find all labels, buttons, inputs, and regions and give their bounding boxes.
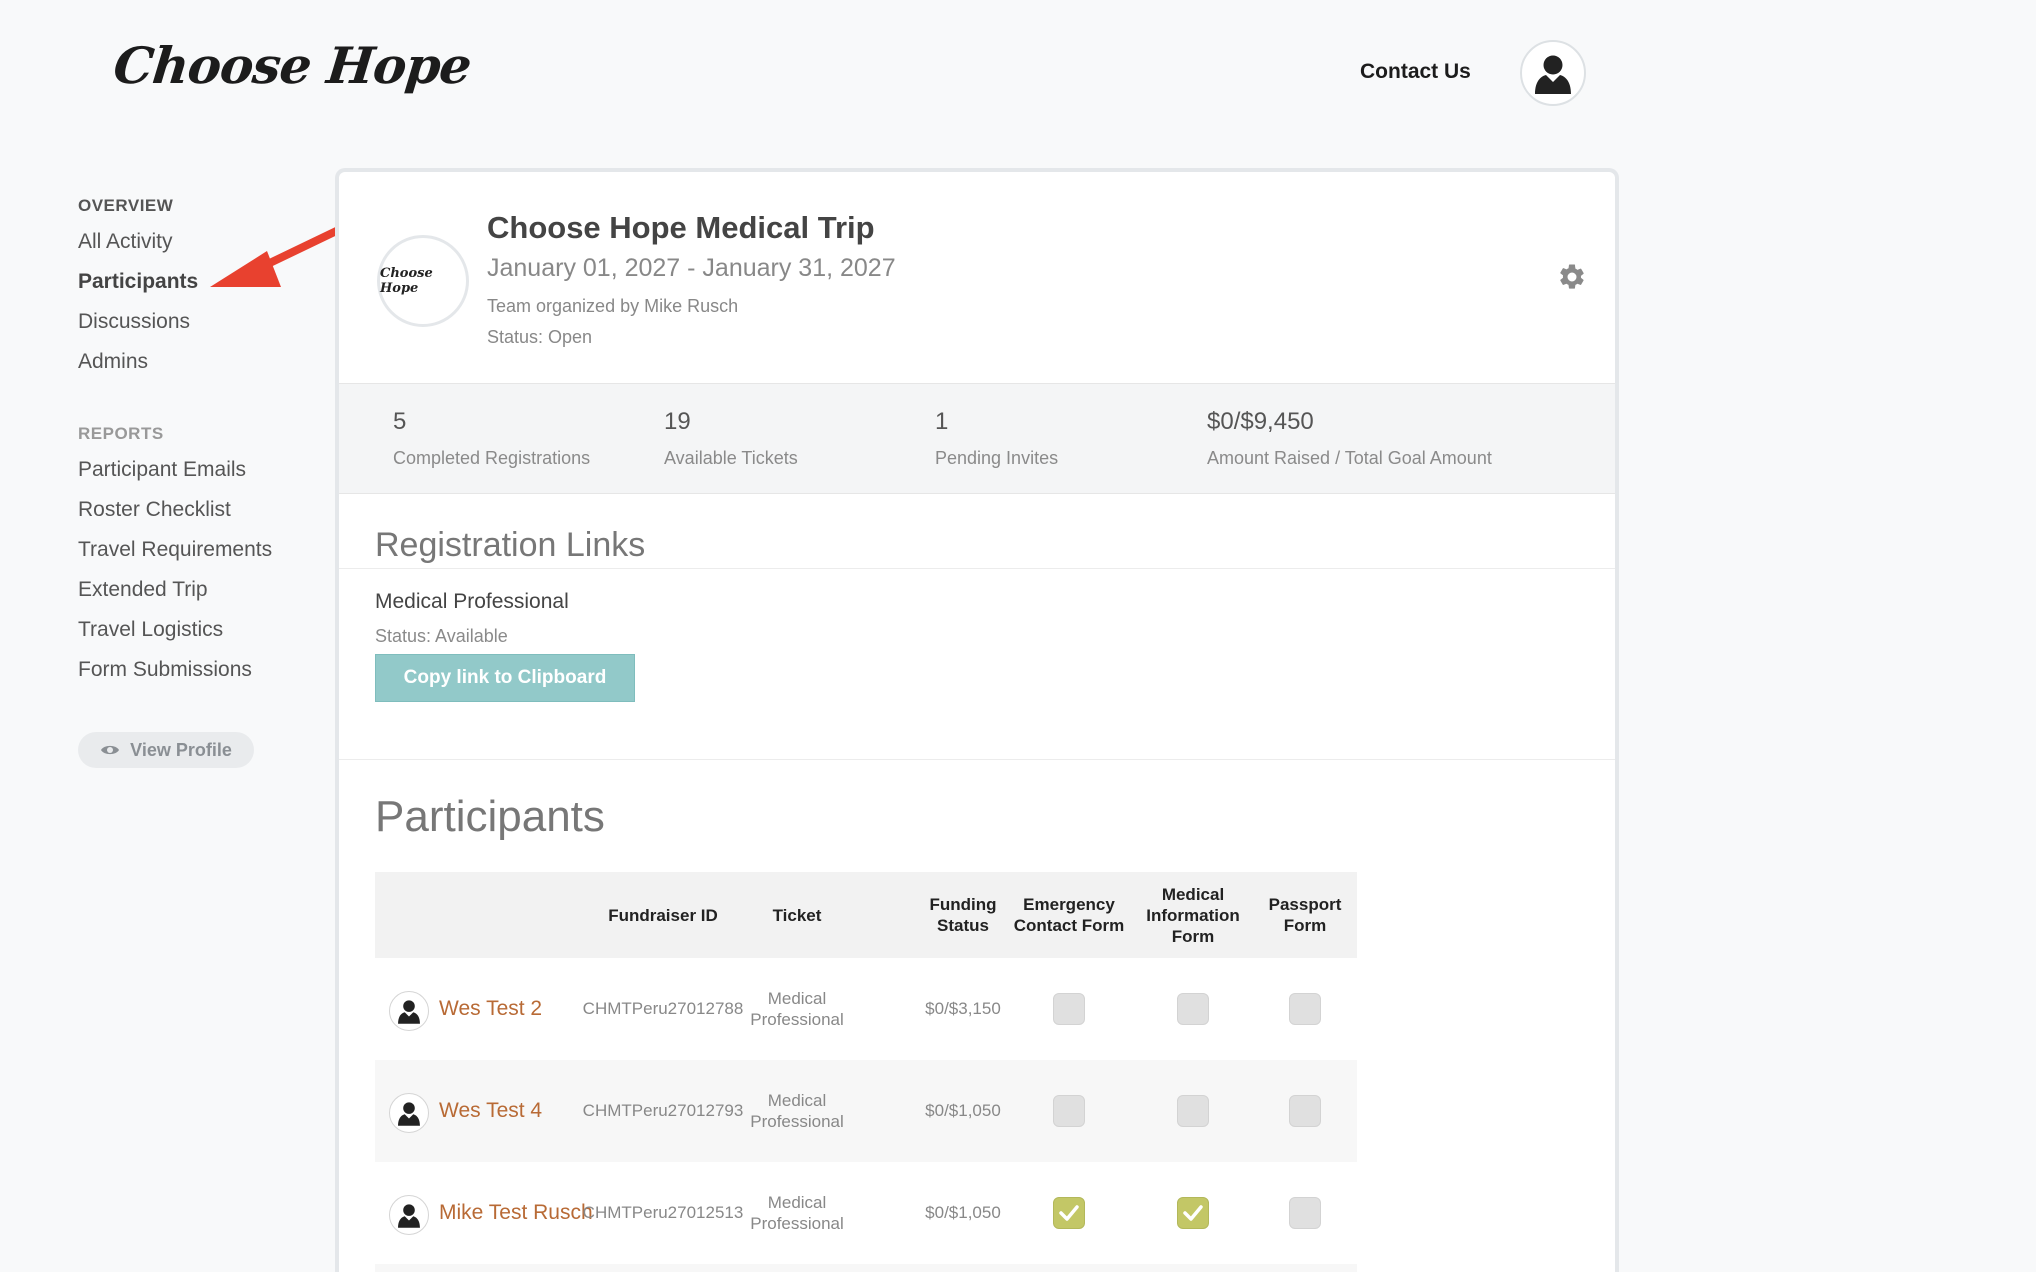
registration-link-name: Medical Professional	[375, 590, 569, 613]
registration-link-status: Status: Available	[375, 626, 508, 646]
sidebar-item-discussions[interactable]: Discussions	[78, 308, 318, 348]
user-silhouette-icon	[398, 1204, 420, 1228]
medical-form-checkbox[interactable]	[1177, 1197, 1209, 1229]
emergency-form-cell	[1011, 958, 1127, 1060]
participants-title: Participants	[375, 792, 605, 841]
eye-icon	[101, 745, 120, 755]
funding-status: $0/$1,050	[925, 1101, 1001, 1120]
medical-form-checkbox[interactable]	[1177, 993, 1209, 1025]
stat-label: Available Tickets	[664, 448, 798, 468]
fundraiser-id: CHMTPeru27012513	[582, 1203, 744, 1222]
emergency-form-checkbox[interactable]	[1053, 1095, 1085, 1127]
passport-form-cell	[1259, 958, 1351, 1060]
sidebar-item-admins[interactable]: Admins	[78, 348, 318, 388]
passport-form-checkbox[interactable]	[1289, 1095, 1321, 1127]
table-row: Mike Test Rusch CHMTPeru27012513 Medical…	[375, 1162, 1357, 1264]
trip-title: Choose Hope Medical Trip	[487, 210, 875, 245]
trip-stats: 5 Completed Registrations 19 Available T…	[339, 384, 1615, 494]
funding-status: $0/$3,150	[925, 999, 1001, 1018]
user-silhouette-icon	[1535, 55, 1571, 94]
participant-name-link[interactable]: Mike Test Rusch	[439, 1162, 593, 1264]
participant-avatar[interactable]	[389, 1195, 429, 1235]
user-avatar-button[interactable]	[1520, 40, 1586, 106]
column-header-passport-form: Passport Form	[1268, 895, 1342, 935]
column-header-fundraiser-id: Fundraiser ID	[608, 905, 718, 925]
sidebar-item-extended-trip[interactable]: Extended Trip	[78, 576, 318, 616]
divider	[339, 759, 1615, 760]
table-row: Wes Test 4 CHMTPeru27012793 Medical Prof…	[375, 1060, 1357, 1162]
registration-links-title: Registration Links	[375, 526, 646, 564]
stat-label: Amount Raised / Total Goal Amount	[1207, 448, 1492, 468]
choose-hope-logo[interactable]: Choose Hope	[111, 36, 474, 95]
contact-us-link[interactable]: Contact Us	[1360, 60, 1471, 84]
checkmark-icon	[1059, 1205, 1079, 1221]
ticket-type: Medical Professional	[750, 1193, 844, 1233]
sidebar-item-travel-logistics[interactable]: Travel Logistics	[78, 616, 318, 656]
stat-available-tickets: 19 Available Tickets	[664, 408, 798, 469]
stat-value: 19	[664, 408, 691, 435]
copy-link-button[interactable]: Copy link to Clipboard	[375, 654, 635, 702]
column-header-emergency-contact-form: Emergency Contact Form	[1013, 895, 1125, 935]
sidebar-item-form-submissions[interactable]: Form Submissions	[78, 656, 318, 696]
trip-organizer: Team organized by Mike Rusch	[487, 296, 739, 316]
column-header-funding-status: Funding Status	[929, 895, 997, 935]
emergency-form-cell	[1011, 1060, 1127, 1162]
stat-value: $0/$9,450	[1207, 408, 1314, 435]
passport-form-cell	[1259, 1060, 1351, 1162]
medical-form-cell	[1133, 1162, 1253, 1264]
view-profile-button[interactable]: View Profile	[78, 732, 254, 768]
ticket-type: Medical Professional	[750, 1091, 844, 1131]
passport-form-checkbox[interactable]	[1289, 1197, 1321, 1229]
participant-name-link[interactable]: Wes Test 4	[439, 1060, 542, 1162]
sidebar-item-travel-requirements[interactable]: Travel Requirements	[78, 536, 318, 576]
ticket-type: Medical Professional	[750, 989, 844, 1029]
stat-value: 1	[935, 408, 949, 435]
trip-card: Choose Hope Choose Hope Medical Trip Jan…	[335, 168, 1619, 1272]
checkmark-icon	[1183, 1205, 1203, 1221]
participant-avatar[interactable]	[389, 991, 429, 1031]
trip-header: Choose Hope Choose Hope Medical Trip Jan…	[339, 172, 1615, 384]
user-silhouette-icon	[398, 1102, 420, 1126]
table-row	[375, 1264, 1357, 1272]
emergency-form-cell	[1011, 1162, 1127, 1264]
medical-form-checkbox[interactable]	[1177, 1095, 1209, 1127]
table-header: Fundraiser ID Ticket Funding Status Emer…	[375, 872, 1357, 958]
passport-form-checkbox[interactable]	[1289, 993, 1321, 1025]
reports-heading: REPORTS	[78, 424, 164, 443]
fundraiser-id: CHMTPeru27012793	[582, 1101, 744, 1120]
user-silhouette-icon	[398, 1000, 420, 1024]
funding-status: $0/$1,050	[925, 1203, 1001, 1222]
participant-name-link[interactable]: Wes Test 2	[439, 958, 542, 1060]
trip-status: Status: Open	[487, 327, 593, 347]
trip-dates: January 01, 2027 - January 31, 2027	[487, 254, 896, 282]
participant-avatar[interactable]	[389, 1093, 429, 1133]
passport-form-cell	[1259, 1162, 1351, 1264]
column-header-medical-information-form: Medical Information Form	[1146, 884, 1240, 946]
stat-label: Completed Registrations	[393, 448, 591, 468]
participants-table: Fundraiser ID Ticket Funding Status Emer…	[375, 872, 1357, 1272]
medical-form-cell	[1133, 958, 1253, 1060]
table-row: Wes Test 2 CHMTPeru27012788 Medical Prof…	[375, 958, 1357, 1060]
stat-completed-registrations: 5 Completed Registrations	[393, 408, 590, 469]
emergency-form-checkbox[interactable]	[1053, 1197, 1085, 1229]
stat-value: 5	[393, 408, 407, 435]
column-header-ticket: Ticket	[772, 905, 822, 925]
sidebar-item-roster-checklist[interactable]: Roster Checklist	[78, 496, 318, 536]
divider	[339, 568, 1615, 569]
medical-form-cell	[1133, 1060, 1253, 1162]
reports-nav: Participant Emails Roster Checklist Trav…	[78, 456, 318, 696]
gear-icon[interactable]	[1557, 262, 1587, 292]
view-profile-label: View Profile	[130, 739, 232, 760]
sidebar-item-participant-emails[interactable]: Participant Emails	[78, 456, 318, 496]
stat-pending-invites: 1 Pending Invites	[935, 408, 1058, 469]
team-logo: Choose Hope	[377, 235, 469, 327]
emergency-form-checkbox[interactable]	[1053, 993, 1085, 1025]
fundraiser-id: CHMTPeru27012788	[582, 999, 744, 1018]
stat-amount-raised: $0/$9,450 Amount Raised / Total Goal Amo…	[1207, 408, 1492, 469]
stat-label: Pending Invites	[935, 448, 1059, 468]
